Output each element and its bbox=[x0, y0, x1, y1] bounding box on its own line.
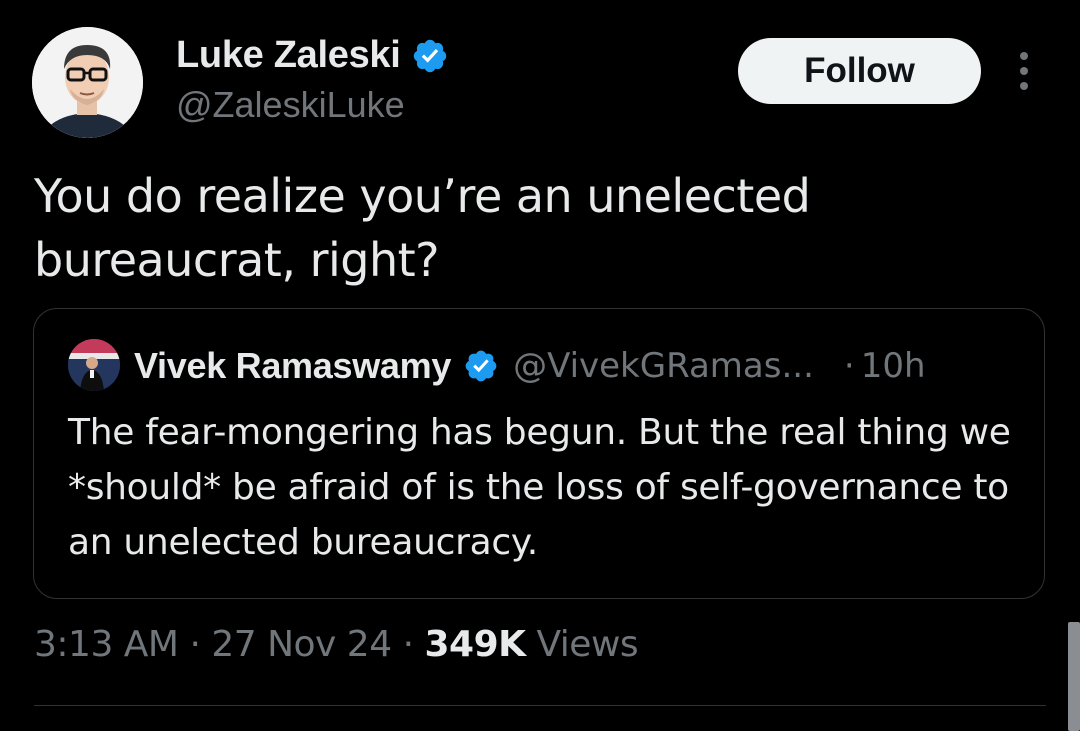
quoted-separator: · bbox=[843, 346, 855, 386]
quoted-tweet-time[interactable]: 10h bbox=[861, 346, 926, 386]
views-count[interactable]: 349K bbox=[424, 624, 526, 665]
quoted-tweet-header: Vivek Ramaswamy @VivekGRamas... · 10h bbox=[134, 341, 926, 391]
meta-separator: · bbox=[189, 624, 201, 665]
divider bbox=[34, 705, 1046, 706]
tweet-detail-view: Luke Zaleski @ZaleskiLuke Follow You do … bbox=[0, 0, 1080, 731]
verified-badge-icon[interactable] bbox=[463, 348, 499, 384]
author-display-name[interactable]: Luke Zaleski bbox=[176, 34, 449, 77]
quoted-tweet-card[interactable]: Vivek Ramaswamy @VivekGRamas... · 10h Th… bbox=[33, 308, 1045, 599]
tweet-text: You do realize you’re an unelected burea… bbox=[34, 169, 811, 287]
tweet-meta: 3:13 AM · 27 Nov 24 · 349K Views bbox=[34, 624, 639, 665]
verified-badge-icon[interactable] bbox=[411, 37, 449, 75]
author-avatar-illustration bbox=[32, 27, 143, 138]
author-name-text: Luke Zaleski bbox=[176, 34, 401, 76]
quoted-author-avatar[interactable] bbox=[68, 339, 120, 391]
quoted-author-name[interactable]: Vivek Ramaswamy bbox=[134, 345, 451, 387]
author-handle[interactable]: @ZaleskiLuke bbox=[176, 84, 405, 126]
follow-button[interactable]: Follow bbox=[738, 38, 981, 104]
author-avatar[interactable] bbox=[32, 27, 143, 138]
meta-separator: · bbox=[402, 624, 414, 665]
tweet-date[interactable]: 27 Nov 24 bbox=[211, 624, 392, 665]
quoted-avatar-illustration bbox=[68, 339, 120, 391]
quoted-author-handle[interactable]: @VivekGRamas... bbox=[513, 346, 814, 386]
more-options-button[interactable] bbox=[1004, 48, 1044, 94]
scrollbar-thumb[interactable] bbox=[1068, 622, 1080, 731]
views-label: Views bbox=[536, 624, 639, 665]
tweet-time[interactable]: 3:13 AM bbox=[34, 624, 179, 665]
more-vertical-icon bbox=[1020, 52, 1028, 90]
quoted-tweet-text: The fear-mongering has begun. But the re… bbox=[68, 412, 1011, 563]
